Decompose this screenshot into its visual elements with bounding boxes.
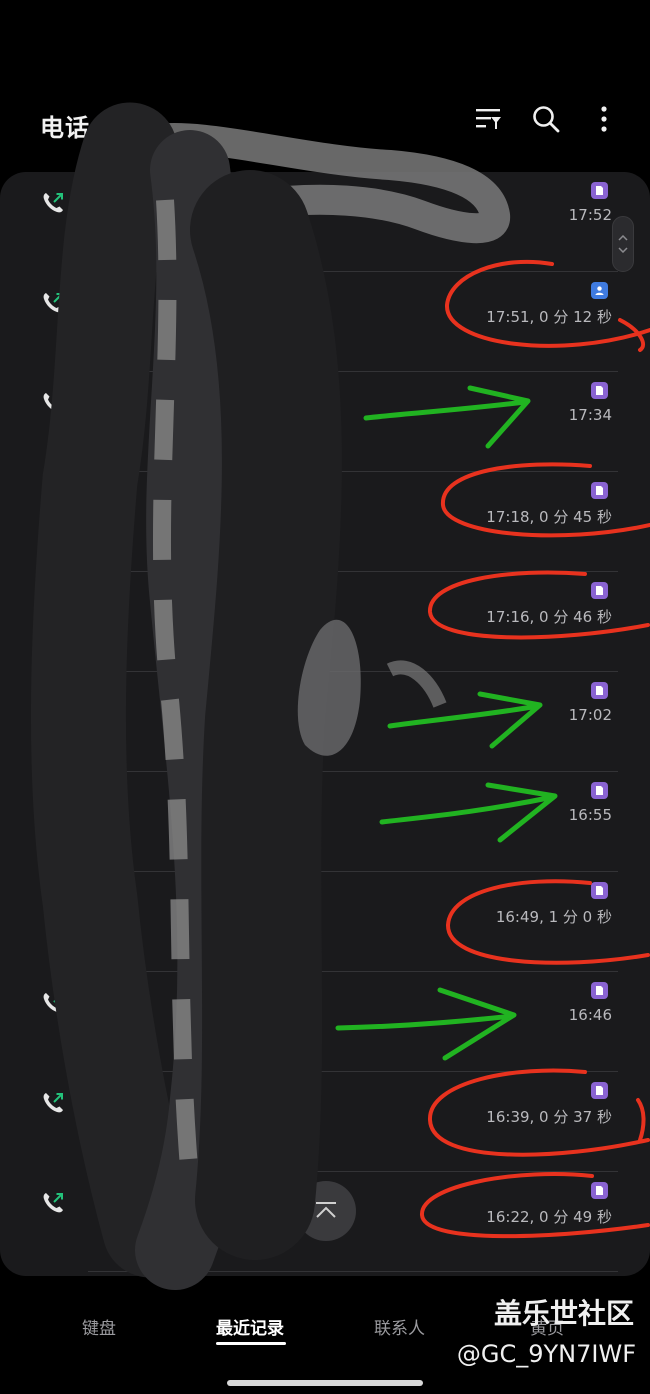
sim-card-icon [591,982,608,999]
tab-recents[interactable]: 最近记录 [216,1314,284,1339]
call-log-row[interactable]: 16:39, 0 分 37 秒 [0,1072,650,1172]
call-time: 16:49, 1 分 0 秒 [495,908,612,926]
call-log-row[interactable]: 17:18, 0 分 45 秒 [0,472,650,572]
call-log-row[interactable]: 17:02 [0,672,650,772]
outgoing-call-icon [43,193,63,213]
more-icon[interactable] [588,102,620,136]
call-time: 17:51, 0 分 12 秒 [486,308,612,326]
call-log-row[interactable]: 16:55 [0,772,650,872]
sim-card-icon [591,582,608,599]
search-icon[interactable] [530,102,562,136]
outgoing-call-icon [43,693,63,713]
app-title: 电话 [40,114,90,142]
watermark-user: @GC_9YN7IWF [456,1340,636,1368]
chevron-up-icon [618,235,628,241]
chevron-down-icon [618,247,628,253]
active-tab-indicator [216,1342,286,1345]
sim-card-icon [591,782,608,799]
outgoing-call-icon [43,293,63,313]
outgoing-call-icon [43,993,63,1013]
call-log-row[interactable]: 155 17:34 [0,372,650,472]
call-log-row[interactable]: 17:16, 0 分 46 秒 [0,572,650,672]
sim-card-icon [591,1182,608,1199]
call-time: 16:22, 0 分 49 秒 [486,1208,612,1226]
call-time: 17:34 [568,406,612,424]
outgoing-call-icon [43,793,63,813]
call-log-row[interactable]: 17:52 [0,172,650,272]
call-log-row[interactable]: 16:46 [0,972,650,1072]
call-log-row[interactable]: 17:51, 0 分 12 秒 [0,272,650,372]
call-time: 17:16, 0 分 46 秒 [486,608,612,626]
scroll-to-top-button[interactable] [296,1181,356,1241]
outgoing-call-icon [43,593,63,613]
call-time: 17:18, 0 分 45 秒 [486,508,612,526]
call-time: 17:52 [568,206,612,224]
caller-number: 155 [94,390,129,411]
tab-keypad[interactable]: 键盘 [82,1314,116,1339]
tab-contacts[interactable]: 联系人 [374,1314,425,1339]
call-time: 16:39, 0 分 37 秒 [486,1108,612,1126]
outgoing-call-icon [43,393,63,413]
home-indicator[interactable] [227,1380,423,1386]
header-actions [472,102,620,136]
recent-calls-list[interactable]: 17:52 17:51, 0 分 12 秒 155 17:34 17:18, 0… [0,172,650,1276]
row-divider [88,1271,618,1272]
sim-card-icon [591,182,608,199]
call-time: 17:02 [568,706,612,724]
filter-icon[interactable] [472,102,504,136]
call-time: 16:46 [568,1006,612,1024]
call-log-row[interactable]: 16:49, 1 分 0 秒 [0,872,650,972]
outgoing-call-icon [43,1193,63,1213]
outgoing-call-icon [43,893,63,913]
outgoing-call-icon [43,1093,63,1113]
contact-sim-icon [591,282,608,299]
sim-card-icon [591,482,608,499]
outgoing-call-icon [43,493,63,513]
chevron-up-icon [316,1202,336,1218]
call-time: 16:55 [568,806,612,824]
sim-card-icon [591,682,608,699]
watermark-site: 盖乐世社区 [493,1297,634,1330]
sim-card-icon [591,882,608,899]
fast-scroll-handle[interactable] [612,216,634,272]
sim-card-icon [591,382,608,399]
sim-card-icon [591,1082,608,1099]
